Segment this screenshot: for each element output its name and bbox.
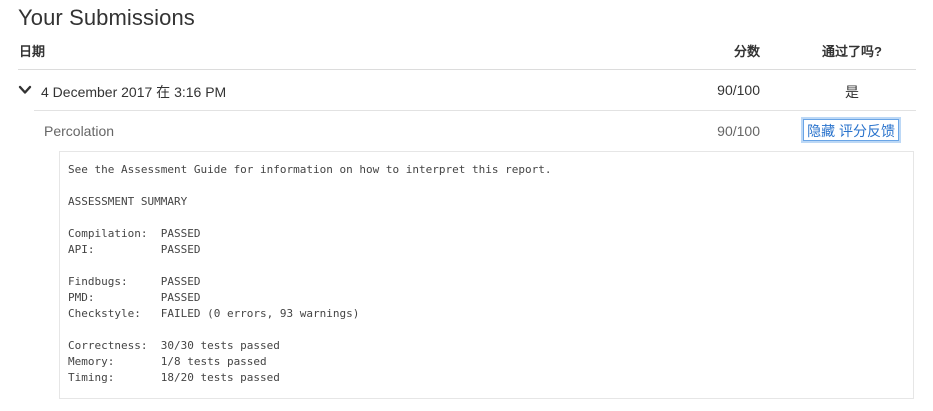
table-header: 日期 分数 通过了吗? [18,38,916,70]
submission-passed: 是 [845,84,859,100]
report-line: PMD: PASSED [68,291,201,304]
report-line: Timing: 18/20 tests passed [68,371,280,384]
row-divider [34,110,916,111]
submission-row[interactable]: 4 December 2017 在 3:16 PM 90/100 是 [18,70,916,110]
submission-date: 4 December 2017 在 3:16 PM [41,84,227,100]
header-date: 日期 [19,44,46,59]
report-line [68,210,913,226]
report-line: API: PASSED [68,243,201,256]
report-line: ASSESSMENT SUMMARY [68,195,188,208]
report-line: Correctness: 30/30 tests passed [68,339,280,352]
part-row: Percolation 90/100 隐藏 评分反馈 [18,112,916,150]
header-passed: 通过了吗? [822,44,882,59]
part-name: Percolation [44,123,115,139]
page-title: Your Submissions [18,5,195,30]
report-line: Memory: 1/8 tests passed [68,355,267,368]
report-line [68,258,913,274]
part-score: 90/100 [717,123,760,139]
assessment-report: See the Assessment Guide for information… [59,151,914,399]
report-line [68,178,913,194]
report-line: Findbugs: PASSED [68,275,201,288]
report-line: Checkstyle: FAILED (0 errors, 93 warning… [68,307,360,320]
chevron-down-icon[interactable] [18,83,32,97]
submissions-page: Your Submissions 日期 分数 通过了吗? 4 December … [0,0,933,411]
report-line: Compilation: PASSED [68,227,201,240]
report-line [68,322,913,338]
report-line: See the Assessment Guide for information… [68,163,552,176]
hide-feedback-button[interactable]: 隐藏 评分反馈 [803,119,899,141]
submission-score: 90/100 [717,82,760,98]
header-score: 分数 [733,44,760,59]
